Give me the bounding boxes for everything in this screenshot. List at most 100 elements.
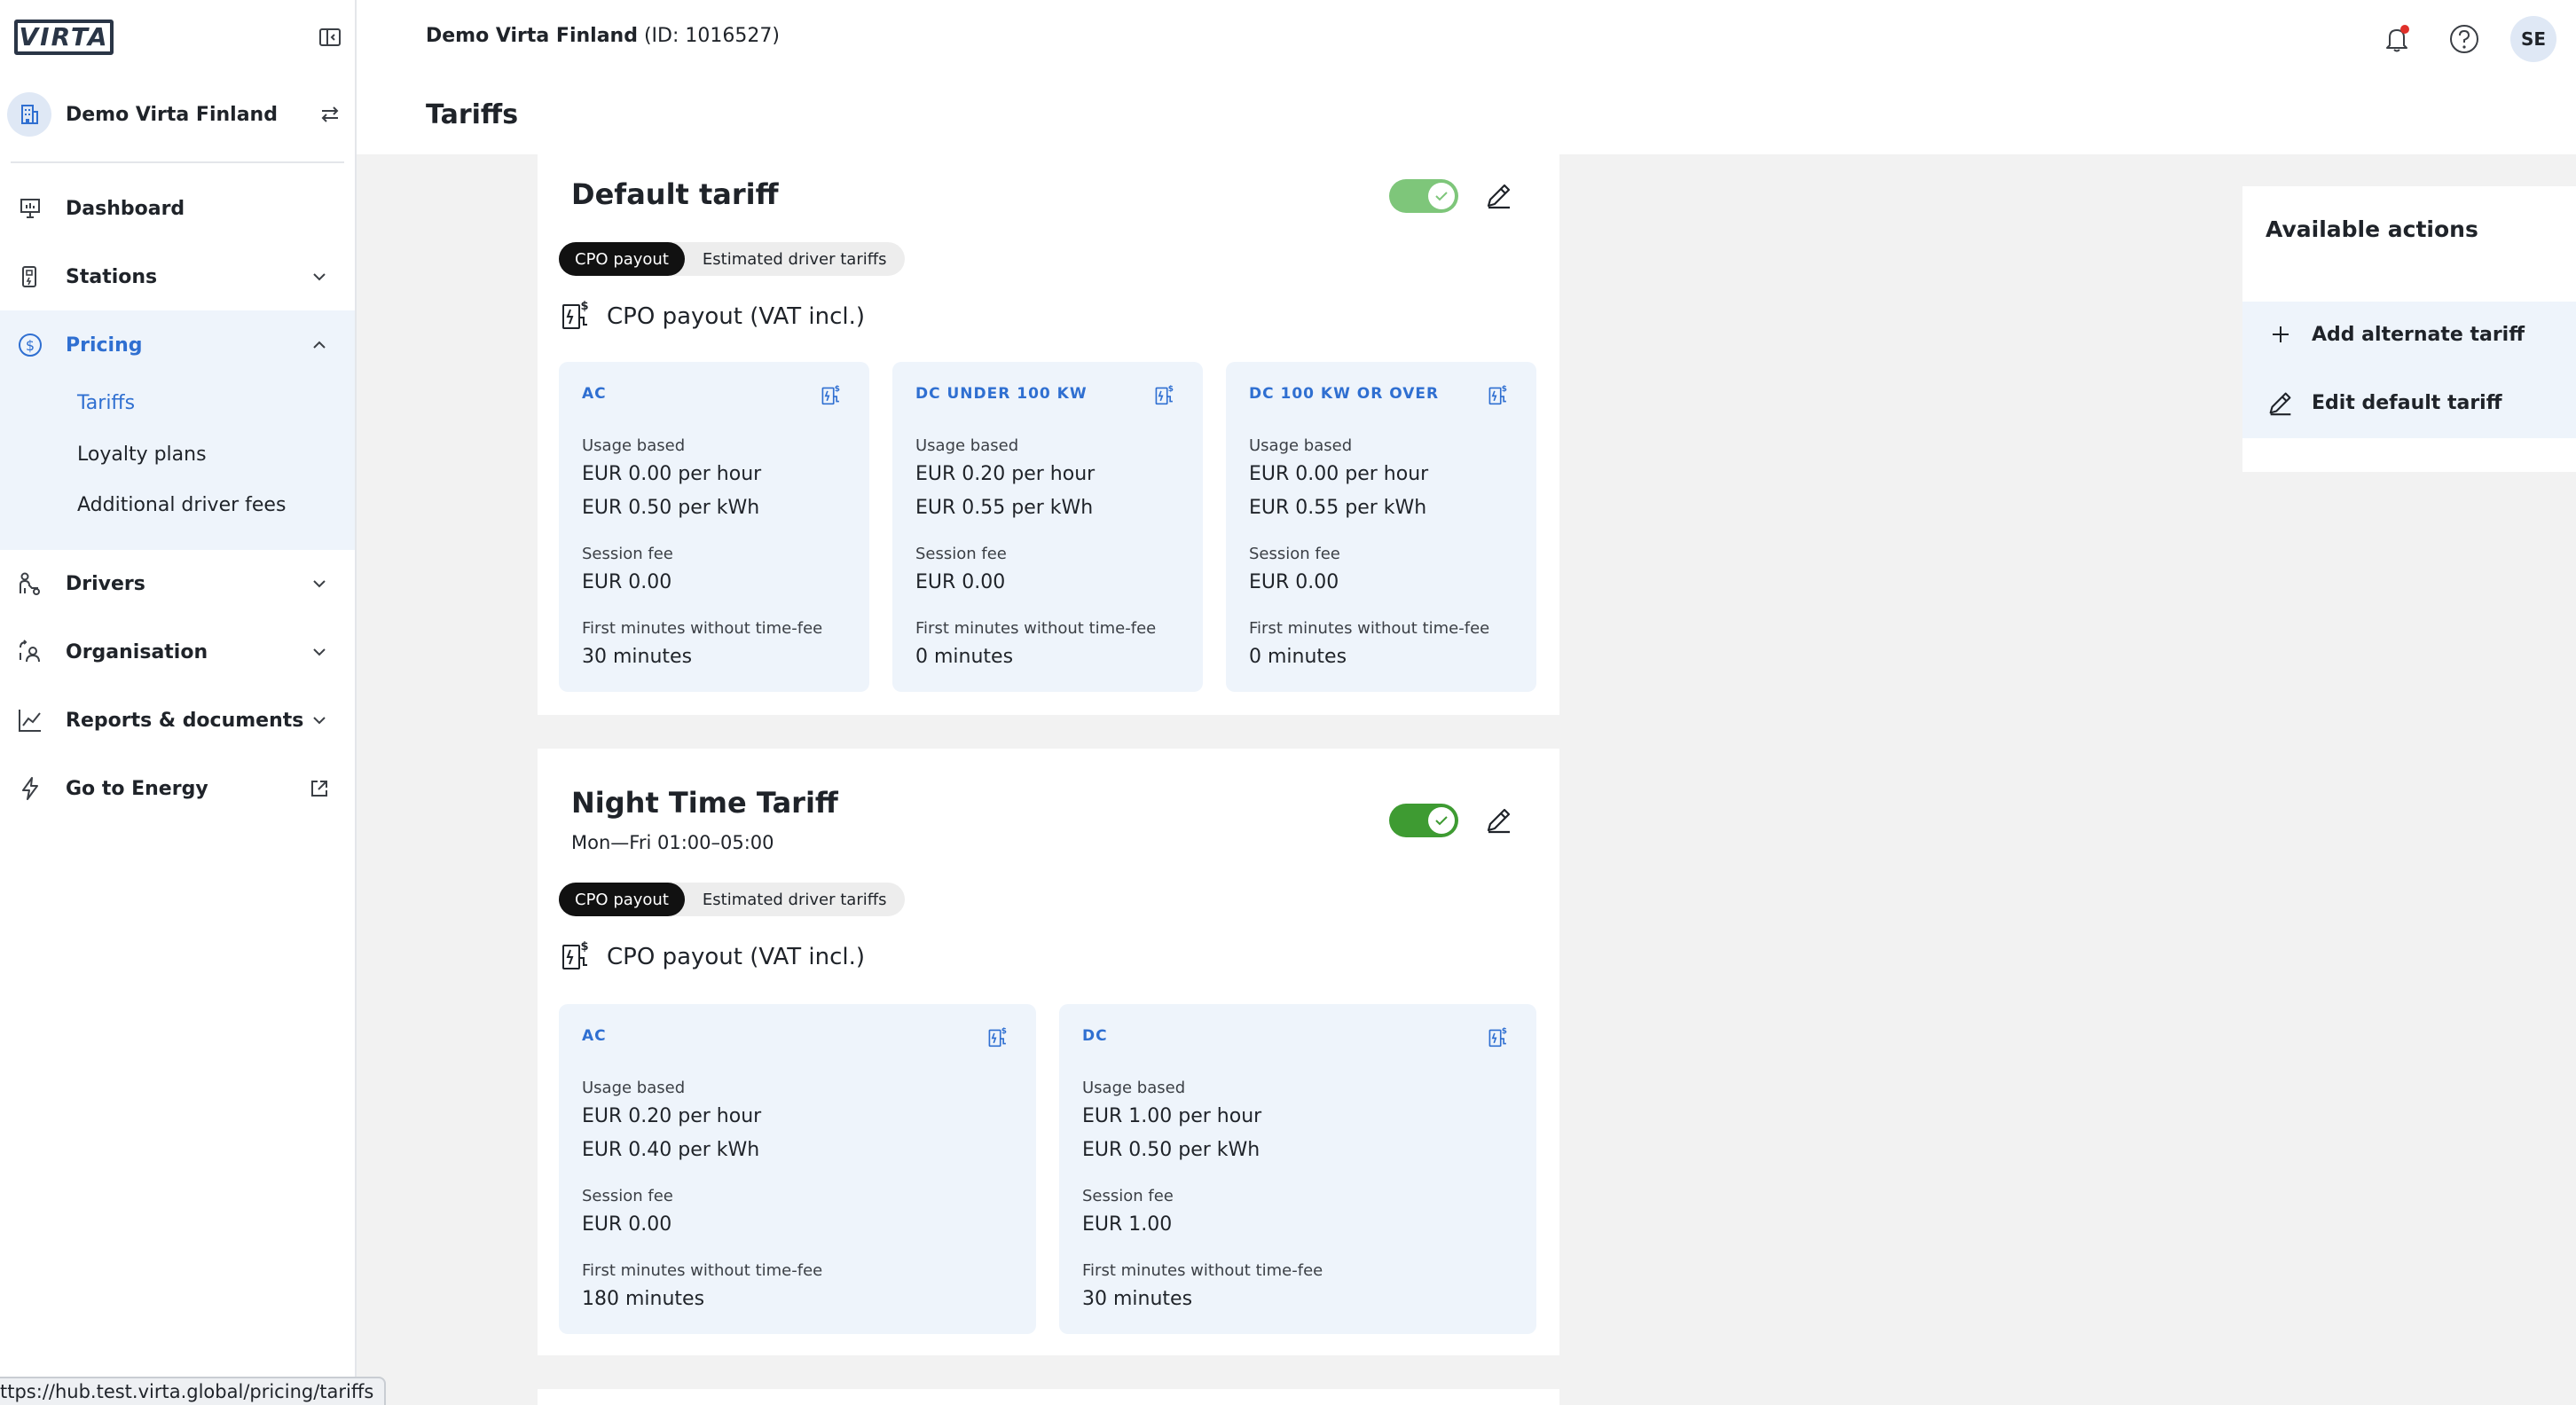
rate-box-dc: DC $ Usage based EUR 1.00 per hour EUR 0… [1059,1004,1536,1334]
sidebar-item-stations[interactable]: Stations [0,250,355,303]
per-kwh-value: EUR 0.50 per kWh [1082,1139,1261,1161]
rate-box-dc-100kw-or-over: DC 100 KW OR OVER $ Usage based EUR 0.00… [1226,362,1536,692]
free-minutes-label: First minutes without time-fee [915,619,1157,638]
free-minutes-value: 30 minutes [582,646,693,668]
session-fee-label: Session fee [915,545,1007,563]
sidebar-item-pricing[interactable]: $ Pricing [0,318,355,372]
usage-based-label: Usage based [915,436,1019,455]
pricing-station-icon: $ [820,383,843,406]
usage-based-label: Usage based [1082,1079,1186,1097]
sidebar: VIRTA Demo Virta Finland Dashboard Stati… [0,0,357,1405]
add-alternate-tariff-button[interactable]: Add alternate tariff [2266,319,2525,349]
pricing-station-icon: $ [1487,383,1510,406]
per-hour-value: EUR 0.00 per hour [582,463,762,485]
sidebar-subitem-additional-driver-fees[interactable]: Additional driver fees [77,494,286,516]
free-minutes-value: 30 minutes [1082,1288,1193,1310]
action-label: Edit default tariff [2312,391,2502,414]
sidebar-subitem-loyalty-plans[interactable]: Loyalty plans [77,443,207,466]
page-title: Tariffs [426,99,519,130]
tab-cpo-payout[interactable]: CPO payout [559,242,685,276]
sidebar-item-label: Reports & documents [66,709,304,732]
per-hour-value: EUR 0.20 per hour [582,1105,762,1127]
rate-box-title: DC UNDER 100 KW [915,385,1088,403]
session-fee-label: Session fee [1082,1187,1174,1205]
session-fee-label: Session fee [1249,545,1340,563]
tariff-schedule: Mon—Fri 01:00–05:00 [571,832,774,853]
building-icon [7,92,51,137]
org-title-name: Demo Virta Finland [426,25,638,47]
rate-box-title: AC [582,385,607,403]
free-minutes-label: First minutes without time-fee [1249,619,1490,638]
svg-text:$: $ [1502,385,1507,394]
section-title: CPO payout (VAT incl.) [607,303,866,330]
free-minutes-label: First minutes without time-fee [582,619,823,638]
per-hour-value: EUR 1.00 per hour [1082,1105,1262,1127]
sidebar-item-reports[interactable]: Reports & documents [0,694,355,747]
action-label: Add alternate tariff [2312,323,2525,346]
per-kwh-value: EUR 0.50 per kWh [582,497,760,519]
switch-org-icon[interactable] [318,102,342,127]
available-actions-title: Available actions [2266,216,2478,242]
section-heading: $ CPO payout (VAT incl.) [561,938,865,976]
edit-tariff-pencil-icon[interactable] [1483,804,1515,836]
tariff-title: Night Time Tariff [571,786,838,820]
svg-text:$: $ [26,337,35,354]
sidebar-item-go-to-energy[interactable]: Go to Energy [0,762,355,815]
chevron-down-icon [307,571,332,596]
driver-icon [16,569,44,598]
actions-list: Add alternate tariff Edit default tariff [2242,302,2576,438]
sidebar-subitem-tariffs[interactable]: Tariffs [77,392,135,414]
per-hour-value: EUR 0.00 per hour [1249,463,1429,485]
user-avatar[interactable]: SE [2510,16,2556,62]
sidebar-divider [11,161,344,163]
tab-estimated-driver-tariffs[interactable]: Estimated driver tariffs [685,242,905,276]
tariff-active-toggle[interactable] [1389,804,1458,837]
status-bar-url: ttps://hub.test.virta.global/pricing/tar… [0,1377,387,1405]
svg-text:$: $ [580,940,588,954]
rate-box-title: AC [582,1027,607,1045]
logo-row: VIRTA [14,18,342,57]
org-switcher[interactable]: Demo Virta Finland [7,89,342,140]
edit-tariff-pencil-icon[interactable] [1483,179,1515,211]
free-minutes-label: First minutes without time-fee [582,1261,823,1280]
sidebar-item-dashboard[interactable]: Dashboard [0,182,355,235]
edit-default-tariff-button[interactable]: Edit default tariff [2266,388,2502,418]
org-title: Demo Virta Finland (ID: 1016527) [426,25,780,47]
session-fee-value: EUR 0.00 [915,571,1006,593]
dollar-circle-icon: $ [16,331,44,359]
org-title-id: (ID: 1016527) [643,25,780,47]
collapse-sidebar-icon[interactable] [318,25,342,50]
chevron-down-icon [307,708,332,733]
free-minutes-value: 0 minutes [915,646,1014,668]
tariff-title: Default tariff [571,177,779,211]
free-minutes-label: First minutes without time-fee [1082,1261,1323,1280]
rate-box-ac: AC $ Usage based EUR 0.20 per hour EUR 0… [559,1004,1036,1334]
per-kwh-value: EUR 0.55 per kWh [1249,497,1427,519]
tariff-card-next [538,1389,1559,1405]
sidebar-item-label: Pricing [66,334,143,357]
pricing-station-icon: $ [986,1025,1009,1048]
chevron-up-icon [307,333,332,357]
free-minutes-value: 180 minutes [582,1288,705,1310]
org-name: Demo Virta Finland [66,103,278,126]
notifications-bell-icon[interactable] [2379,21,2415,57]
tariff-active-toggle[interactable] [1389,179,1458,213]
chevron-down-icon [307,640,332,664]
tab-cpo-payout[interactable]: CPO payout [559,883,685,916]
external-link-icon [307,776,332,801]
tab-estimated-driver-tariffs[interactable]: Estimated driver tariffs [685,883,905,916]
session-fee-label: Session fee [582,545,673,563]
usage-based-label: Usage based [582,1079,686,1097]
check-icon [1428,183,1455,209]
check-icon [1428,807,1455,834]
pricing-station-icon: $ [1153,383,1176,406]
help-icon[interactable] [2446,21,2482,57]
virta-logo[interactable]: VIRTA [14,20,114,55]
usage-based-label: Usage based [1249,436,1353,455]
sidebar-item-organisation[interactable]: Organisation [0,625,355,679]
sidebar-item-label: Drivers [66,572,145,595]
sidebar-item-drivers[interactable]: Drivers [0,557,355,610]
organisation-icon [16,638,44,666]
sidebar-item-label: Organisation [66,640,208,663]
session-fee-label: Session fee [582,1187,673,1205]
